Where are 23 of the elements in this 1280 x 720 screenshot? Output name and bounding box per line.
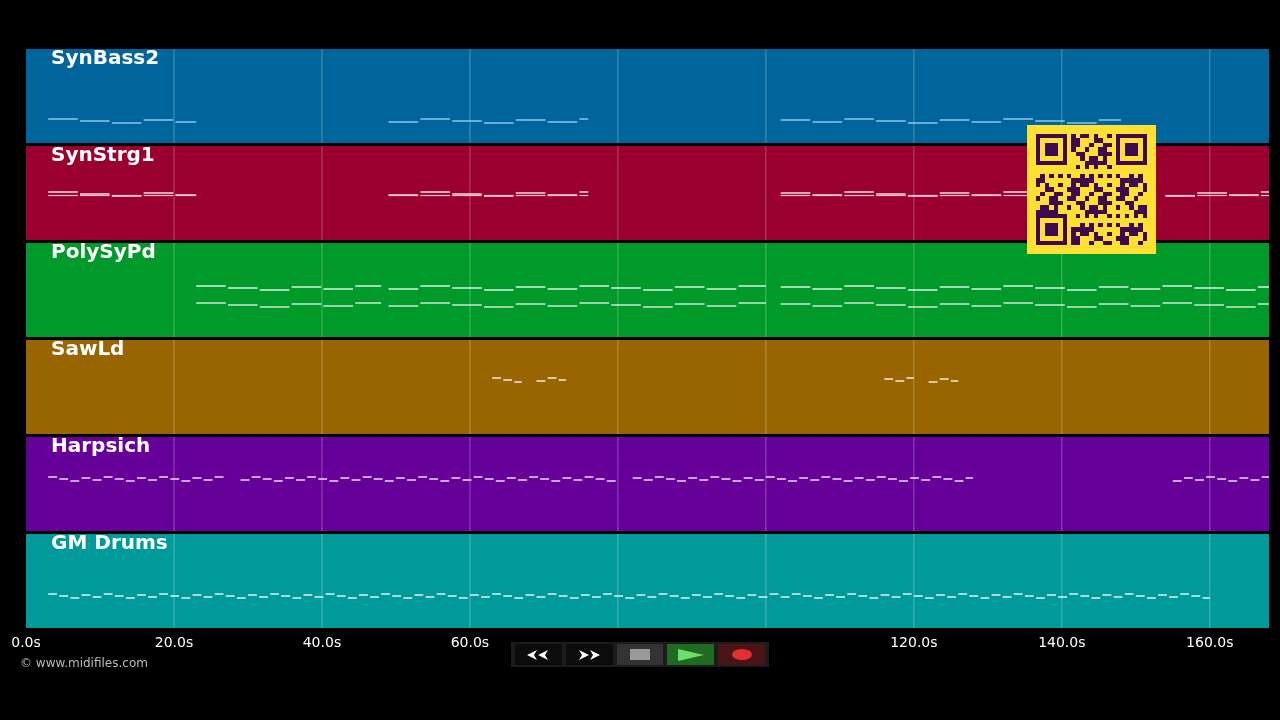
play-button[interactable] xyxy=(667,644,715,665)
axis-tick-label: 120.0s xyxy=(890,634,938,650)
track-name: SawLd xyxy=(51,336,125,360)
stop-button[interactable] xyxy=(616,644,664,665)
axis-tick-label: 0.0s xyxy=(11,634,41,650)
forward-button[interactable] xyxy=(565,644,613,665)
track-name: GM Drums xyxy=(51,530,168,554)
rewind-button[interactable] xyxy=(515,644,562,665)
axis-tick-label: 20.0s xyxy=(154,634,194,650)
track-name: Harpsich xyxy=(51,433,151,457)
credit-text: © www.midifiles.com xyxy=(20,656,148,670)
axis-tick-label: 160.0s xyxy=(1186,634,1234,650)
play-icon xyxy=(677,648,704,661)
track-name: PolySyPd xyxy=(51,239,156,263)
axis-tick-label: 60.0s xyxy=(450,634,490,650)
axis-tick-label: 40.0s xyxy=(302,634,342,650)
record-icon xyxy=(731,649,752,660)
track-name: SynStrg1 xyxy=(51,142,155,166)
stop-icon xyxy=(630,649,650,660)
fast-forward-icon xyxy=(577,648,602,661)
axis-tick-label: 140.0s xyxy=(1038,634,1086,650)
track-name: SynBass2 xyxy=(51,45,160,69)
rewind-icon xyxy=(526,648,551,661)
